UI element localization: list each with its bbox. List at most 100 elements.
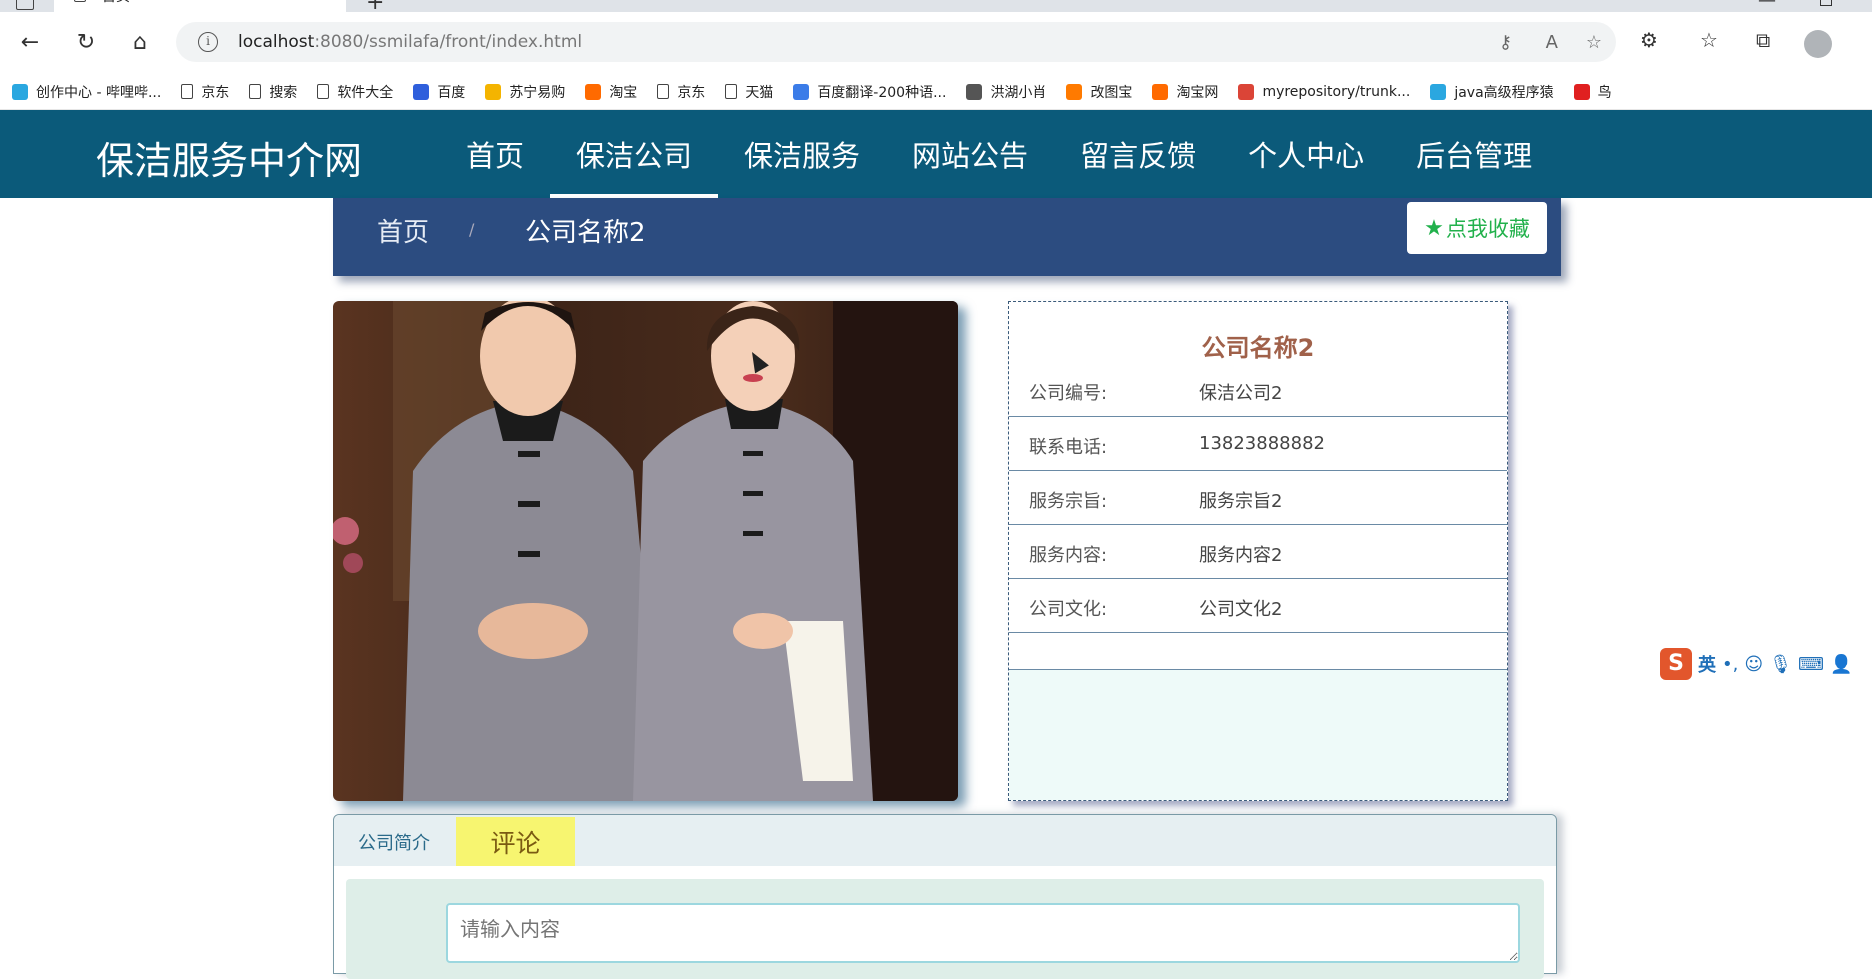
bookmark-label: 搜索	[269, 84, 298, 101]
info-row: 公司文化: 公司文化2	[1009, 579, 1507, 633]
sogou-logo-icon[interactable]: S	[1660, 648, 1692, 680]
nav-item[interactable]: 保洁服务	[718, 110, 886, 198]
page-icon	[249, 84, 262, 99]
site-info-icon[interactable]: i	[198, 32, 218, 52]
punctuation-icon[interactable]: •,	[1722, 654, 1738, 675]
nav-item[interactable]: 留言反馈	[1054, 110, 1222, 198]
browser-tab-title: 首页	[102, 0, 130, 6]
extensions-icon[interactable]: ⚙	[1640, 28, 1658, 52]
address-bar[interactable]: i localhost:8080/ssmilafa/front/index.ht…	[176, 22, 1616, 62]
company-tabs: 公司简介 评论	[333, 814, 1557, 979]
bookmark-item[interactable]: 搜索	[249, 82, 297, 102]
user-icon[interactable]: 👤	[1830, 654, 1852, 675]
emoji-icon[interactable]: ☺	[1744, 654, 1763, 675]
minimize-icon[interactable]: —	[1758, 0, 1776, 11]
favorites-icon[interactable]: ☆	[1700, 28, 1718, 52]
bookmark-label: myrepository/trunk...	[1262, 83, 1411, 100]
company-name: 公司名称2	[1201, 334, 1315, 362]
ime-language[interactable]: 英	[1698, 651, 1716, 677]
comment-area	[346, 879, 1544, 979]
browser-tab[interactable]: 首页 ✕	[54, 0, 346, 12]
keyboard-icon[interactable]: ⌨	[1798, 654, 1824, 675]
bookmark-item[interactable]: java高级程序猿	[1430, 82, 1554, 102]
nav-item[interactable]: 个人中心	[1222, 110, 1390, 198]
tab-company-intro[interactable]: 公司简介	[358, 829, 430, 855]
bookmark-item[interactable]: 改图宝	[1066, 82, 1132, 102]
breadcrumb-home-link[interactable]: 首页	[377, 212, 429, 249]
nav-item[interactable]: 首页	[440, 110, 550, 198]
bookmark-item[interactable]: 百度翻译-200种语...	[793, 82, 946, 102]
info-label: 公司文化:	[1029, 599, 1108, 620]
bookmark-item[interactable]: 洪湖小肖	[966, 82, 1046, 102]
close-tab-icon[interactable]: ✕	[323, 0, 336, 3]
taobao-icon	[1152, 83, 1169, 100]
company-photo	[333, 301, 958, 801]
bird-icon	[1573, 83, 1590, 100]
microphone-icon[interactable]: 🎙	[1769, 654, 1792, 675]
browser-toolbar: ← ↻ ⌂ i localhost:8080/ssmilafa/front/in…	[0, 12, 1872, 78]
page-icon	[317, 84, 330, 99]
key-icon[interactable]: ⚷	[1499, 32, 1512, 53]
translate-icon	[793, 83, 810, 100]
tab-comment[interactable]: 评论	[456, 817, 575, 866]
info-row: 公司编号: 保洁公司2	[1009, 363, 1507, 417]
gaitubao-icon	[1066, 83, 1083, 100]
bilibili-icon	[12, 83, 28, 100]
sidebar-toggle-icon[interactable]	[16, 0, 34, 10]
address-url[interactable]: localhost:8080/ssmilafa/front/index.html	[238, 32, 582, 52]
star-icon: ★	[1424, 215, 1444, 241]
home-icon[interactable]: ⌂	[126, 28, 154, 56]
comment-input[interactable]	[446, 903, 1520, 963]
info-value: 13823888882	[1199, 433, 1325, 454]
bookmark-item[interactable]: 创作中心 - 哔哩哔...	[12, 82, 161, 102]
page-icon	[74, 0, 86, 2]
bookmark-label: 创作中心 - 哔哩哔...	[36, 84, 162, 101]
favorite-button-label: 点我收藏	[1445, 217, 1530, 241]
bookmark-item[interactable]: 淘宝	[585, 82, 637, 102]
bookmark-item[interactable]: 天猫	[725, 82, 773, 102]
restore-window-icon[interactable]	[1820, 0, 1832, 6]
bookmark-label: 百度翻译-200种语...	[817, 84, 947, 101]
nav-item[interactable]: 网站公告	[886, 110, 1054, 198]
bookmark-label: 洪湖小肖	[990, 84, 1047, 101]
info-label: 公司编号:	[1029, 383, 1108, 404]
add-favorite-icon[interactable]: ☆	[1586, 32, 1602, 53]
bookmark-label: java高级程序猿	[1454, 84, 1554, 101]
bookmark-item[interactable]: 百度	[413, 82, 465, 102]
bookmark-item[interactable]: 鸟	[1573, 82, 1612, 102]
bookmarks-bar: 创作中心 - 哔哩哔... 京东 搜索 软件大全 百度 苏宁易购 淘宝 京东 天猫 百度翻译-20…	[0, 74, 1872, 110]
info-value: 公司文化2	[1199, 599, 1283, 620]
page-icon	[725, 84, 738, 99]
bookmark-item[interactable]: 软件大全	[317, 82, 393, 102]
profile-avatar[interactable]	[1804, 30, 1832, 58]
bookmark-label: 京东	[201, 84, 230, 101]
back-arrow-icon[interactable]: ←	[16, 28, 44, 56]
tab-bar: 公司简介 评论	[334, 815, 1556, 866]
site-header: 保洁服务中介网 首页 保洁公司 保洁服务 网站公告 留言反馈 个人中心 后台管理	[0, 110, 1872, 198]
suning-icon	[485, 83, 502, 100]
bookmark-label: 鸟	[1597, 84, 1612, 101]
nav-item[interactable]: 保洁公司	[550, 110, 719, 198]
nav-item[interactable]: 后台管理	[1390, 110, 1558, 198]
info-value: 保洁公司2	[1199, 383, 1283, 404]
read-aloud-icon[interactable]: A	[1546, 32, 1558, 53]
info-row: 联系电话: 13823888882	[1009, 417, 1507, 471]
collections-icon[interactable]: ⧉	[1756, 28, 1770, 52]
reload-icon[interactable]: ↻	[72, 28, 100, 56]
bookmark-item[interactable]: 苏宁易购	[485, 82, 565, 102]
info-row: 服务内容: 服务内容2	[1009, 525, 1507, 579]
bookmark-item[interactable]: 京东	[657, 82, 705, 102]
info-value: 服务内容2	[1199, 545, 1283, 566]
bookmark-label: 天猫	[745, 84, 774, 101]
breadcrumb: 首页 / 公司名称2 ★ 点我收藏	[333, 198, 1561, 276]
info-label: 服务宗旨:	[1029, 491, 1108, 512]
bookmark-item[interactable]: 淘宝网	[1152, 82, 1218, 102]
bookmark-item[interactable]: 京东	[181, 82, 229, 102]
bookmark-item[interactable]: myrepository/trunk...	[1238, 83, 1411, 100]
info-value: 服务宗旨2	[1199, 491, 1283, 512]
ime-toolbar[interactable]: S 英 •, ☺ 🎙 ⌨ 👤	[1660, 644, 1872, 684]
site-title: 保洁服务中介网	[96, 141, 363, 183]
bookmark-label: 苏宁易购	[509, 84, 566, 101]
page-icon	[657, 84, 670, 99]
favorite-button[interactable]: ★ 点我收藏	[1407, 202, 1547, 254]
